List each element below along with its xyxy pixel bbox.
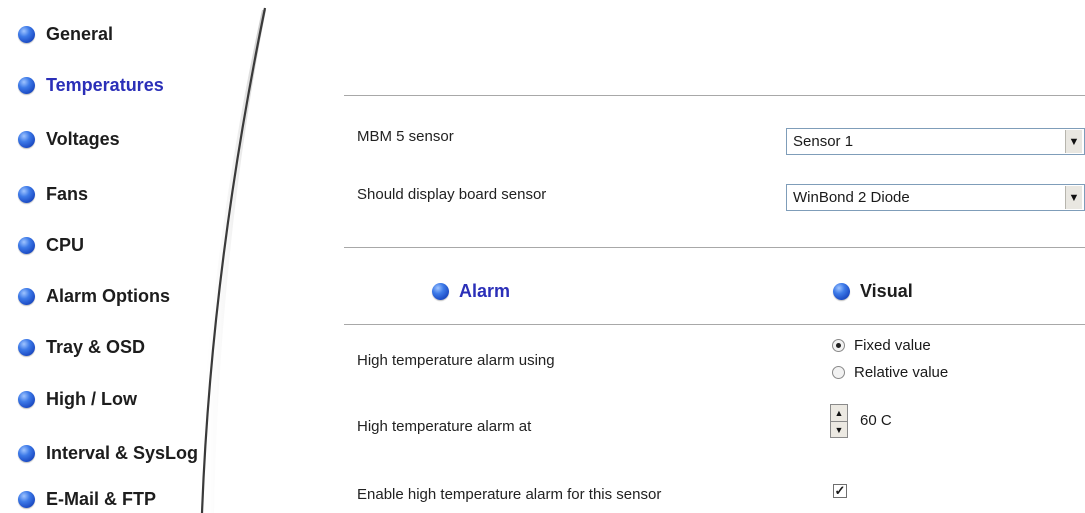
enable-alarm-label: Enable high temperature alarm for this s… [357,486,662,503]
sidebar-item-temperatures[interactable]: Temperatures [18,73,164,97]
blue-sphere-icon [18,444,35,462]
blue-sphere-icon [833,283,850,300]
dropdown-arrow-icon[interactable]: ▼ [1065,130,1082,153]
blue-sphere-icon [18,25,35,43]
blue-sphere-icon [18,130,35,148]
dropdown-value: WinBond 2 Diode [793,189,910,206]
blue-sphere-icon [18,490,35,508]
sidebar-item-label: Temperatures [46,74,164,95]
sidebar-item-label: Alarm Options [46,285,171,306]
sidebar-item-general[interactable]: General [18,22,113,46]
alarm-temperature-value: 60 C [860,412,892,429]
sidebar-item-email-ftp[interactable]: E-Mail & FTP [18,487,156,511]
mbm-sensor-dropdown[interactable]: Sensor 1 ▼ [786,128,1085,155]
enable-alarm-checkbox[interactable]: ✓ [833,484,847,498]
blue-sphere-icon [18,338,35,356]
sidebar-item-cpu[interactable]: CPU [18,233,84,257]
temperature-stepper[interactable]: ▲ ▼ [830,404,848,438]
sidebar-item-label: Voltages [46,128,120,149]
sidebar-item-label: E-Mail & FTP [46,488,157,509]
sidebar-item-label: Interval & SysLog [46,442,199,463]
board-sensor-dropdown[interactable]: WinBond 2 Diode ▼ [786,184,1085,211]
stepper-up-icon[interactable]: ▲ [831,405,847,422]
dropdown-value: Sensor 1 [793,133,854,150]
sidebar-item-tray-osd[interactable]: Tray & OSD [18,335,145,359]
sidebar-item-high-low[interactable]: High / Low [18,387,137,411]
blue-sphere-icon [18,76,35,94]
blue-sphere-icon [18,390,35,408]
divider-line [344,324,1085,325]
blue-sphere-icon [432,283,449,300]
sidebar-item-label: General [46,23,114,44]
blue-sphere-icon [18,236,35,254]
divider-line [344,95,1085,96]
sidebar: General Temperatures Voltages Fans CPU A… [0,0,260,513]
blue-sphere-icon [18,185,35,203]
checkmark-icon: ✓ [834,483,846,498]
radio-checked-icon[interactable] [832,339,845,352]
alarm-at-label: High temperature alarm at [357,418,532,435]
radio-label: Relative value [854,364,949,381]
divider-line [344,247,1085,248]
tab-alarm[interactable]: Alarm [432,281,510,302]
radio-label: Fixed value [854,337,931,354]
mbm-sensor-label: MBM 5 sensor [357,128,454,145]
stepper-down-icon[interactable]: ▼ [831,422,847,438]
tab-label: Alarm [459,281,511,301]
tab-label: Visual [860,281,913,301]
sidebar-item-label: CPU [46,234,85,255]
sidebar-item-alarm-options[interactable]: Alarm Options [18,284,170,308]
board-sensor-label: Should display board sensor [357,186,547,203]
tab-visual[interactable]: Visual [833,281,913,302]
sidebar-item-voltages[interactable]: Voltages [18,127,120,151]
sidebar-item-interval-syslog[interactable]: Interval & SysLog [18,441,198,465]
sidebar-item-fans[interactable]: Fans [18,182,88,206]
radio-fixed-value[interactable]: Fixed value [832,337,931,354]
sidebar-item-label: High / Low [46,388,137,409]
sidebar-item-label: Tray & OSD [46,336,146,357]
alarm-using-label: High temperature alarm using [357,352,555,369]
radio-unchecked-icon[interactable] [832,366,845,379]
blue-sphere-icon [18,287,35,305]
dropdown-arrow-icon[interactable]: ▼ [1065,186,1082,209]
sidebar-item-label: Fans [46,183,89,204]
radio-relative-value[interactable]: Relative value [832,364,948,381]
